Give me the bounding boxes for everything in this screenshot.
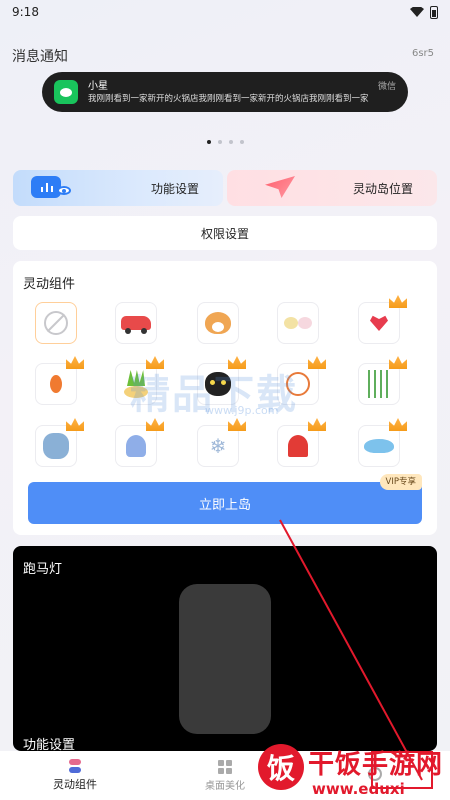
lantern-icon — [50, 375, 62, 393]
island-sender: 小星 — [88, 80, 108, 92]
chicks-icon — [284, 315, 312, 331]
wifi-icon — [410, 7, 424, 17]
vip-crown-icon — [389, 295, 407, 308]
phone-preview — [179, 584, 271, 734]
marquee-title: 跑马灯 — [23, 562, 63, 577]
chat-bubble-icon — [31, 174, 73, 202]
corgi-icon — [205, 312, 231, 334]
go-island-button[interactable]: 立即上岛 VIP专享 — [28, 474, 422, 524]
willow-icon — [368, 370, 390, 398]
vip-crown-icon — [389, 418, 407, 431]
island-position-label: 灵动岛位置 — [352, 181, 413, 196]
vip-crown-icon — [66, 356, 84, 369]
widget-item-heart[interactable] — [358, 295, 407, 344]
widget-item-jellyfish[interactable] — [115, 418, 164, 467]
status-bar: 9:18 — [0, 0, 450, 24]
sloth-icon — [43, 433, 69, 459]
permission-settings-button[interactable]: 权限设置 — [13, 216, 437, 250]
function-settings-tile[interactable]: 功能设置 — [13, 170, 223, 206]
brand-url: www.eduxi — [312, 780, 405, 798]
island-position-tile[interactable]: 灵动岛位置 — [227, 170, 437, 206]
tab-label: 桌面美化 — [205, 780, 245, 792]
dynamic-island-preview[interactable]: 小星 我刚刚看到一家新开的火锅店我刚刚看到一家新开的火锅店我刚刚看到一家 微信 — [42, 72, 408, 112]
widget-item-corgi[interactable] — [197, 302, 239, 344]
widget-item-lantern[interactable] — [35, 356, 84, 405]
desktop-beautify-icon — [218, 759, 232, 774]
island-app-name: 微信 — [377, 82, 396, 92]
page-indicator — [0, 140, 450, 144]
widget-item-none[interactable] — [35, 302, 77, 344]
widget-item-ghost[interactable] — [277, 418, 326, 467]
watermark-url: www.j9p.com — [205, 404, 279, 417]
tab-dynamic-widgets[interactable]: 灵动组件 — [15, 759, 135, 792]
widget-item-whale[interactable] — [358, 418, 407, 467]
car-icon — [121, 316, 151, 334]
widget-item-sloth[interactable] — [35, 418, 84, 467]
function-settings-label: 功能设置 — [150, 181, 199, 196]
notice-section-title: 消息通知 — [12, 49, 68, 65]
whale-icon — [364, 439, 394, 453]
page-dot — [206, 140, 211, 144]
widget-item-car[interactable] — [115, 302, 157, 344]
widget-item-willow[interactable] — [358, 356, 407, 405]
tab-label: 灵动组件 — [53, 778, 97, 791]
page-dot — [217, 140, 222, 144]
paper-plane-icon — [265, 176, 295, 198]
snowflake-icon: ❄ — [209, 434, 227, 458]
battery-icon — [430, 5, 438, 19]
ghost-icon — [288, 435, 308, 457]
none-icon — [44, 311, 68, 335]
wechat-icon — [54, 80, 78, 104]
dynamic-widget-icon — [69, 759, 81, 773]
vip-crown-icon — [308, 418, 326, 431]
brand-mark: 饭 — [258, 744, 304, 790]
vip-crown-icon — [389, 356, 407, 369]
vip-crown-icon — [66, 418, 84, 431]
widget-item-snowflake[interactable]: ❄ — [197, 418, 246, 467]
page-dot — [239, 140, 244, 144]
page-dot — [228, 140, 233, 144]
notice-code: 6sr5 — [411, 48, 434, 59]
widget-item-chicks[interactable] — [277, 302, 319, 344]
brand-watermark: 饭 干饭手游网 www.eduxi — [256, 742, 450, 800]
marquee-card[interactable]: 跑马灯 功能设置 — [13, 546, 437, 753]
brand-name: 干饭手游网 — [308, 750, 444, 780]
vip-crown-icon — [308, 356, 326, 369]
vip-badge: VIP专享 — [379, 474, 422, 490]
heart-icon — [370, 315, 388, 331]
go-island-label: 立即上岛 — [198, 497, 251, 513]
status-time: 9:18 — [12, 5, 39, 19]
jellyfish-icon — [126, 435, 146, 457]
island-message: 我刚刚看到一家新开的火锅店我刚刚看到一家新开的火锅店我刚刚看到一家 — [88, 93, 369, 104]
